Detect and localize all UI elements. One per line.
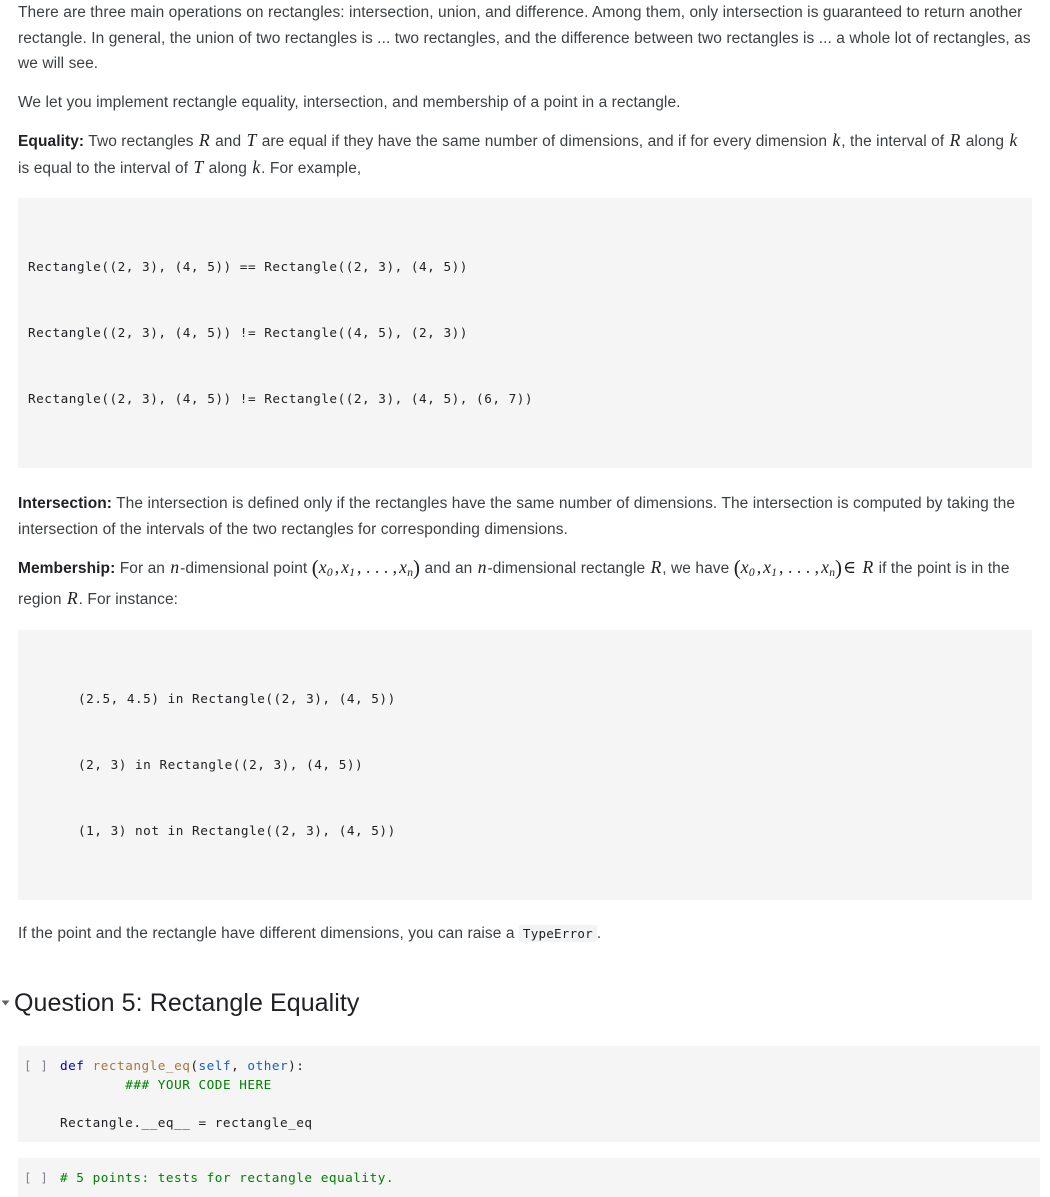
equality-text-5: along [965, 133, 1005, 150]
code-token: def [60, 1058, 85, 1074]
membership-text-4: -dimensional rectangle [487, 560, 646, 577]
equality-text-4: , the interval of [841, 133, 945, 150]
math-x0-sub: 0 [326, 566, 333, 579]
membership-text-2: -dimensional point [180, 560, 308, 577]
math-var-r-member-2: R [862, 557, 874, 577]
math-var-t-2: T [193, 156, 204, 177]
math-var-n: n [170, 557, 180, 577]
notebook-page: There are three main operations on recta… [0, 0, 1050, 1197]
equality-text-7: along [208, 159, 247, 177]
section-heading-question-5[interactable]: Question 5: Rectangle Equality [0, 986, 1050, 1020]
inline-code-typeerror: TypeError [518, 924, 597, 942]
collapse-triangle-icon[interactable] [1, 1000, 10, 1006]
paragraph-implement-note: We let you implement rectangle equality,… [18, 93, 681, 111]
math-point-tuple-2: (x0, x1, . . . , xn) [733, 555, 842, 580]
equality-text-6: is equal to the interval of [18, 159, 189, 177]
paragraph-intersection: Intersection: The intersection is define… [0, 491, 1050, 542]
cell-run-button[interactable]: [ ] [18, 1168, 60, 1187]
membership-text-5: , we have [662, 560, 730, 577]
math-ellipsis: , . . . , [779, 557, 820, 577]
math-var-r-2: R [949, 130, 961, 150]
typeerror-text-2: . [596, 924, 602, 942]
equality-text-3: are equal if they have the same number o… [261, 133, 828, 150]
math-xn: x [821, 557, 829, 577]
equality-lead: Equality: [18, 133, 85, 150]
equality-text-8: . For example, [261, 159, 362, 177]
code-token: rectangle_eq [92, 1058, 191, 1074]
math-var-n-2: n [477, 557, 487, 577]
math-x1: x [763, 557, 771, 577]
membership-text-3: and an [424, 560, 473, 577]
code-token: , [231, 1058, 248, 1074]
paragraph-equality: Equality: Two rectangles R and T are equ… [0, 128, 1050, 181]
math-var-r-member-3: R [66, 588, 78, 609]
code-token: other [247, 1058, 289, 1074]
math-point-tuple: (x0, x1, . . . , xn) [311, 555, 421, 580]
membership-text-1: For an [119, 560, 165, 577]
notebook-cell[interactable]: [ ] # 5 points: tests for rectangle equa… [18, 1158, 1040, 1197]
math-x0-sub: 0 [748, 566, 755, 579]
cell-source[interactable]: # 5 points: tests for rectangle equality… [60, 1168, 1040, 1187]
code-line: Rectangle((2, 3), (4, 5)) != Rectangle((… [28, 391, 534, 406]
code-token: ( [190, 1058, 199, 1074]
code-line: (2.5, 4.5) in Rectangle((2, 3), (4, 5)) [78, 690, 396, 706]
math-paren-close: ) [413, 555, 421, 580]
paragraph-typeerror-note: If the point and the rectangle have diff… [0, 921, 1050, 947]
math-xn: x [399, 557, 407, 577]
math-var-k-3: k [252, 156, 261, 177]
code-line: Rectangle((2, 3), (4, 5)) == Rectangle((… [28, 259, 468, 274]
intersection-lead: Intersection: [18, 495, 113, 512]
math-var-k: k [832, 130, 841, 150]
cell-source[interactable]: def rectangle_eq(self, other): ### YOUR … [60, 1056, 1040, 1132]
math-x1: x [341, 557, 349, 577]
typeerror-text-1: If the point and the rectangle have diff… [18, 924, 515, 942]
code-token: # 5 points: tests for rectangle equality… [60, 1170, 395, 1186]
math-var-k-2: k [1009, 130, 1018, 150]
math-paren-open: ( [733, 555, 741, 580]
intersection-text: The intersection is defined only if the … [18, 495, 1016, 538]
membership-lead: Membership: [18, 560, 116, 577]
paragraph-membership: Membership: For an n-dimensional point (… [0, 555, 1050, 613]
code-token: ### YOUR CODE HERE [125, 1077, 272, 1093]
code-line: (2, 3) in Rectangle((2, 3), (4, 5)) [78, 756, 364, 772]
equality-text-1: Two rectangles [88, 133, 194, 150]
math-paren-open: ( [311, 555, 319, 580]
code-block-membership: (2.5, 4.5) in Rectangle((2, 3), (4, 5)) … [18, 629, 1032, 900]
cell-run-button[interactable]: [ ] [18, 1056, 60, 1075]
math-var-r: R [199, 130, 210, 150]
code-line: Rectangle((2, 3), (4, 5)) != Rectangle((… [28, 325, 468, 340]
math-comma: , [756, 557, 762, 577]
code-line: (1, 3) not in Rectangle((2, 3), (4, 5)) [78, 822, 396, 838]
math-element-of-icon: ∈ [843, 557, 857, 577]
code-token: self [198, 1058, 232, 1074]
membership-text-7: . For instance: [78, 591, 179, 609]
math-ellipsis: , . . . , [357, 557, 398, 577]
code-token: ): [288, 1058, 305, 1074]
math-var-t: T [246, 130, 257, 150]
code-block-equality: Rectangle((2, 3), (4, 5)) == Rectangle((… [18, 198, 1032, 468]
notebook-cell[interactable]: [ ] def rectangle_eq(self, other): ### Y… [18, 1046, 1040, 1143]
math-var-r-member: R [650, 557, 662, 577]
paragraph-intro: There are three main operations on recta… [18, 4, 1031, 72]
math-x0: x [740, 557, 749, 577]
math-comma: , [334, 557, 340, 577]
code-token: Rectangle.__eq__ = rectangle_eq [60, 1115, 313, 1131]
page-title: Question 5: Rectangle Equality [14, 989, 360, 1018]
equality-text-2: and [215, 133, 242, 150]
math-x0: x [318, 557, 327, 577]
